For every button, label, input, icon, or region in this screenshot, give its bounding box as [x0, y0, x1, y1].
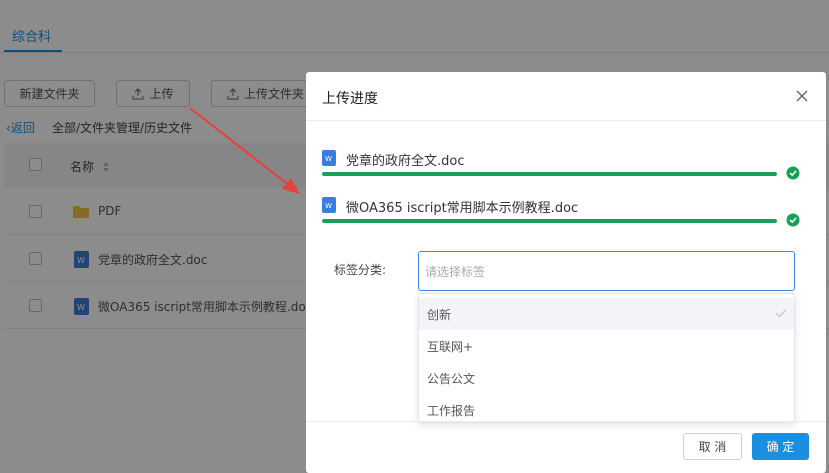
upload-progress-fill	[322, 172, 777, 176]
tag-select-input[interactable]	[425, 261, 785, 283]
upload-progress-bar	[322, 219, 777, 223]
svg-text:W: W	[325, 155, 332, 163]
cancel-button[interactable]: 取 消	[683, 433, 742, 460]
tag-option[interactable]: 工作报告	[419, 394, 794, 422]
tag-option[interactable]: 公告公文	[419, 362, 794, 394]
tag-select[interactable]	[418, 251, 795, 291]
tag-category-label: 标签分类:	[334, 263, 387, 277]
dialog-header-divider	[306, 120, 826, 121]
upload-progress-bar	[322, 172, 777, 176]
tag-option[interactable]: 互联网+	[419, 330, 794, 362]
tag-option-label: 工作报告	[427, 403, 476, 418]
tag-option-label: 互联网+	[427, 339, 474, 354]
success-check-icon	[786, 166, 800, 180]
svg-text:W: W	[325, 202, 332, 210]
confirm-button[interactable]: 确 定	[752, 433, 809, 460]
word-doc-icon: W	[322, 150, 336, 166]
word-doc-icon: W	[322, 197, 336, 213]
upload-file-name: 党章的政府全文.doc	[346, 154, 465, 169]
upload-file-name: 微OA365 iscript常用脚本示例教程.doc	[346, 201, 579, 216]
check-icon	[775, 309, 787, 318]
tag-option-label: 创新	[427, 307, 452, 322]
dialog-title: 上传进度	[322, 91, 378, 107]
close-icon[interactable]	[794, 88, 810, 104]
tag-dropdown: 创新 互联网+ 公告公文 工作报告	[418, 293, 795, 423]
tag-option-label: 公告公文	[427, 371, 476, 386]
upload-progress-dialog: 上传进度 W 党章的政府全文.doc W 微OA365 iscript常用脚本示…	[306, 72, 826, 473]
upload-progress-fill	[322, 219, 777, 223]
success-check-icon	[786, 213, 800, 227]
tag-option[interactable]: 创新	[419, 298, 794, 330]
dialog-footer-divider	[306, 421, 826, 422]
